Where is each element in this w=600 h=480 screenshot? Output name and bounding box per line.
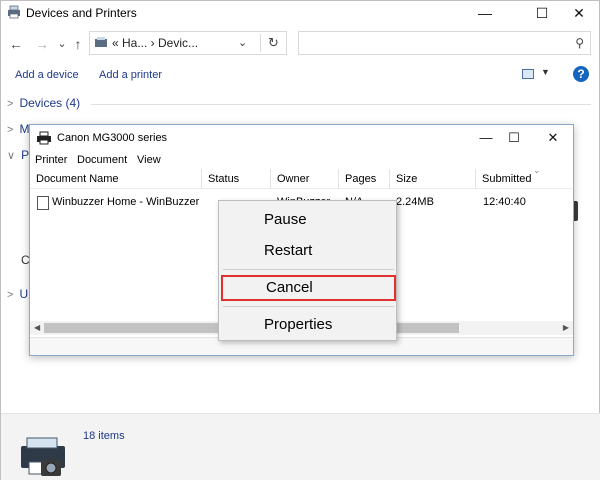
column-size[interactable]: Size <box>390 169 476 189</box>
group-devices[interactable]: > Devices (4) <box>7 96 80 112</box>
context-separator <box>223 306 394 307</box>
column-pages[interactable]: Pages <box>339 169 390 189</box>
group-multimedia-label: M <box>19 122 30 136</box>
column-document-name[interactable]: Document Name <box>30 169 202 189</box>
column-status[interactable]: Status <box>202 169 271 189</box>
close-button[interactable]: ✕ <box>556 1 600 25</box>
job-name: Winbuzzer Home - WinBuzzer <box>52 196 200 208</box>
change-view-icon[interactable] <box>522 69 534 79</box>
refresh-button[interactable]: ↻ <box>260 34 286 52</box>
devices-printers-icon <box>8 5 20 19</box>
view-dropdown-icon[interactable]: ▼ <box>541 67 550 77</box>
printer-icon <box>37 131 51 145</box>
printer-scanner-icon <box>21 437 65 476</box>
address-field[interactable]: « Ha... › Devic... ⌄ ↻ <box>89 31 287 55</box>
group-devices-label: Devices (4) <box>19 96 81 110</box>
job-submitted: 12:40:40 <box>483 196 526 208</box>
dialog-maximize-button[interactable]: ☐ <box>494 127 534 149</box>
context-properties[interactable]: Properties <box>219 312 396 338</box>
up-button[interactable]: ↑ <box>69 35 87 53</box>
forward-button[interactable]: → <box>33 35 51 53</box>
add-printer-button[interactable]: Add a printer <box>99 69 162 81</box>
sort-indicator-icon: ⌄ <box>533 165 541 175</box>
dialog-close-button[interactable]: ✕ <box>533 127 573 149</box>
column-submitted[interactable]: Submitted <box>476 169 573 189</box>
chevron-down-icon: ∨ <box>7 150 16 162</box>
control-panel-icon <box>95 37 107 47</box>
job-size: 2.24MB <box>396 196 434 208</box>
address-dropdown-icon[interactable]: ⌄ <box>238 36 247 49</box>
menu-printer[interactable]: Printer <box>35 154 67 166</box>
context-pause[interactable]: Pause <box>219 207 396 233</box>
context-separator <box>223 269 394 270</box>
help-button[interactable]: ? <box>573 66 589 82</box>
title-bar: Devices and Printers — ☐ ✕ <box>1 1 600 25</box>
search-icon: ⚲ <box>575 36 584 50</box>
minimize-button[interactable]: — <box>462 1 508 25</box>
column-owner[interactable]: Owner <box>271 169 339 189</box>
add-device-button[interactable]: Add a device <box>15 69 79 81</box>
status-bar: 18 items <box>1 413 600 480</box>
dialog-menu-bar: Printer Document View <box>30 151 573 169</box>
command-bar: Add a device Add a printer <box>1 63 600 87</box>
search-input[interactable]: ⚲ <box>298 31 591 55</box>
address-path: « Ha... › Devic... <box>112 36 199 50</box>
group-multimedia[interactable]: > M <box>7 122 29 138</box>
scroll-left-icon[interactable]: ◀ <box>34 321 40 335</box>
chevron-right-icon: > <box>7 124 14 136</box>
devices-and-printers-window: Devices and Printers — ☐ ✕ ← → ⌄ ↑ « Ha.… <box>0 0 600 480</box>
menu-view[interactable]: View <box>137 154 161 166</box>
context-restart[interactable]: Restart <box>219 238 396 264</box>
back-button[interactable]: ← <box>7 35 25 53</box>
document-icon <box>37 196 49 210</box>
dialog-title-bar: Canon MG3000 series — ☐ ✕ <box>30 125 573 151</box>
group-unspecified-label: U <box>19 287 29 301</box>
chevron-right-icon: > <box>7 289 14 301</box>
item-count: 18 items <box>83 430 125 442</box>
scroll-right-icon[interactable]: ▶ <box>563 321 569 335</box>
group-divider <box>91 104 591 105</box>
context-cancel[interactable]: Cancel <box>221 275 396 301</box>
window-title: Devices and Printers <box>26 6 137 20</box>
chevron-right-icon: > <box>7 98 14 110</box>
dialog-title: Canon MG3000 series <box>57 132 168 144</box>
menu-document[interactable]: Document <box>77 154 127 166</box>
context-menu: Pause Restart Cancel Properties <box>218 200 397 341</box>
group-unspecified[interactable]: > U <box>7 287 28 303</box>
